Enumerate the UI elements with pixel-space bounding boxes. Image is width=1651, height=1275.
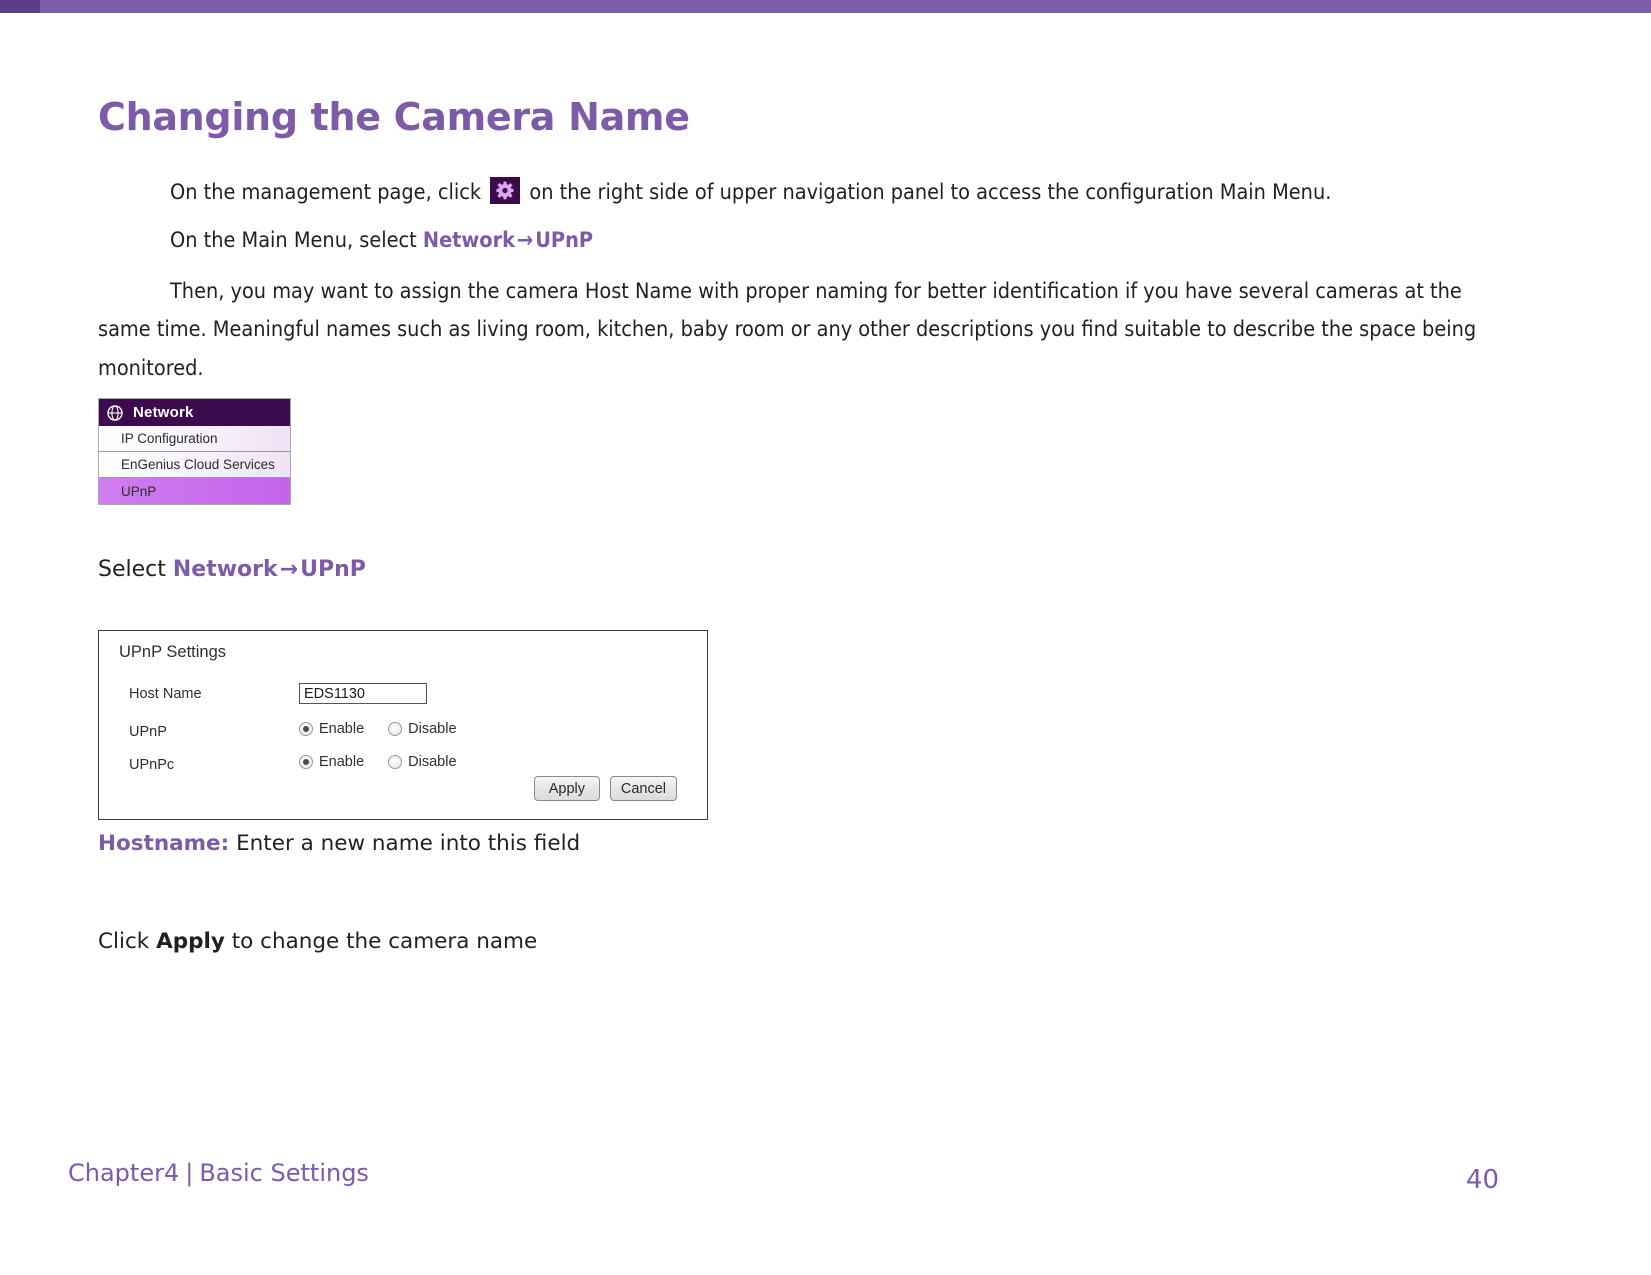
upnpc-label: UPnPc xyxy=(129,757,175,773)
arrow-icon: → xyxy=(517,228,534,253)
network-menu-item-label: EnGenius Cloud Services xyxy=(121,457,275,472)
instruction-step-1: On the management page, click on the rig… xyxy=(170,176,1331,209)
network-menu-header-label: Network xyxy=(133,404,194,421)
gear-icon xyxy=(490,177,521,204)
upnp-radio-group: Enable Disable xyxy=(299,721,481,737)
upnpc-enable-option[interactable]: Enable xyxy=(299,754,364,770)
upnp-label: UPnP xyxy=(129,724,167,740)
network-menu-header: Network xyxy=(99,399,290,426)
apply-button[interactable]: Apply xyxy=(533,776,600,801)
cancel-button[interactable]: Cancel xyxy=(609,776,677,801)
host-name-row: Host Name xyxy=(99,683,707,705)
apply-caption-prefix: Click xyxy=(98,929,150,954)
footer-separator: | xyxy=(185,1159,194,1187)
select-link-network[interactable]: Network xyxy=(173,557,278,582)
radio-selected-icon[interactable] xyxy=(299,722,313,736)
body-paragraph: Then, you may want to assign the camera … xyxy=(98,279,1477,381)
step1-text-after: on the right side of upper navigation pa… xyxy=(529,180,1332,205)
host-name-label: Host Name xyxy=(129,686,202,702)
network-menu-item-label: IP Configuration xyxy=(121,431,218,446)
apply-caption-bold: Apply xyxy=(156,929,225,954)
apply-caption: Click Apply to change the camera name xyxy=(98,929,537,954)
menu-link-upnp[interactable]: UPnP xyxy=(535,228,593,253)
network-menu-item-upnp[interactable]: UPnP xyxy=(99,478,290,504)
panel-button-row: Apply Cancel xyxy=(533,776,677,801)
upnp-settings-panel: UPnP Settings Host Name UPnP Enable Disa… xyxy=(98,630,708,820)
hostname-caption-term: Hostname: xyxy=(98,831,230,856)
globe-icon xyxy=(107,404,123,421)
footer-chapter: Chapter4 xyxy=(68,1159,180,1187)
hostname-caption-desc: Enter a new name into this field xyxy=(236,831,581,856)
hostname-caption: Hostname: Enter a new name into this fie… xyxy=(98,831,580,856)
top-accent-bar-cap xyxy=(0,0,40,13)
upnpc-disable-option[interactable]: Disable xyxy=(388,754,457,770)
upnpc-radio-group: Enable Disable xyxy=(299,754,481,770)
network-menu-item-engenius-cloud-services[interactable]: EnGenius Cloud Services xyxy=(99,452,290,478)
upnp-disable-option[interactable]: Disable xyxy=(388,721,457,737)
apply-caption-suffix: to change the camera name xyxy=(231,929,538,954)
upnpc-enable-label: Enable xyxy=(319,754,365,770)
upnp-enable-option[interactable]: Enable xyxy=(299,721,364,737)
menu-link-network[interactable]: Network xyxy=(423,228,515,253)
network-menu-item-ip-configuration[interactable]: IP Configuration xyxy=(99,426,290,452)
network-menu-screenshot: Network IP Configuration EnGenius Cloud … xyxy=(98,398,291,505)
page-number: 40 xyxy=(1466,1165,1500,1195)
step2-prefix: On the Main Menu, select xyxy=(170,228,417,253)
radio-selected-icon[interactable] xyxy=(299,755,313,769)
select-link-upnp[interactable]: UPnP xyxy=(300,557,366,582)
step1-text-before: On the management page, click xyxy=(170,180,482,205)
radio-unselected-icon[interactable] xyxy=(388,722,403,736)
arrow-icon: → xyxy=(279,557,299,582)
upnpc-row: UPnPc Enable Disable xyxy=(99,754,707,776)
host-name-input[interactable] xyxy=(299,683,427,704)
upnp-disable-label: Disable xyxy=(408,721,457,737)
radio-unselected-icon[interactable] xyxy=(388,755,403,769)
upnp-settings-title: UPnP Settings xyxy=(119,643,227,661)
upnpc-disable-label: Disable xyxy=(408,754,457,770)
footer-section: Basic Settings xyxy=(199,1159,369,1187)
page-title: Changing the Camera Name xyxy=(98,95,690,139)
footer-breadcrumb: Chapter4 | Basic Settings xyxy=(68,1159,369,1187)
select-prefix: Select xyxy=(98,557,166,582)
top-accent-bar xyxy=(0,0,1651,13)
network-menu-item-label: UPnP xyxy=(121,483,157,499)
instruction-step-2: On the Main Menu, select Network→UPnP xyxy=(170,224,593,257)
upnp-row: UPnP Enable Disable xyxy=(99,721,707,743)
upnp-enable-label: Enable xyxy=(319,721,365,737)
select-path-line: Select Network→UPnP xyxy=(98,557,366,582)
page-content: Changing the Camera Name On the manageme… xyxy=(0,13,1651,1275)
